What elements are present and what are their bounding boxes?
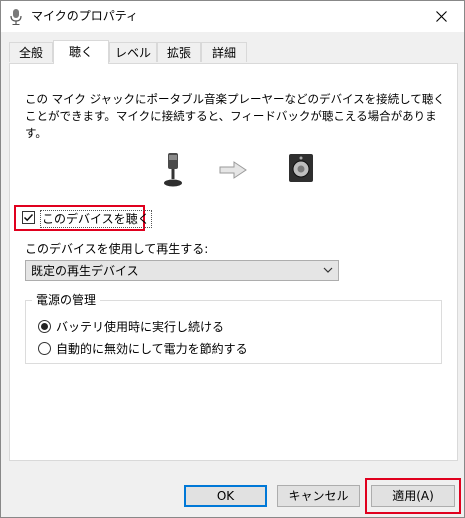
microphone-device-icon xyxy=(164,153,182,187)
listen-tab-panel: この マイク ジャックにポータブル音楽プレーヤーなどのデバイスを接続して聴くこと… xyxy=(9,63,458,461)
playback-device-value: 既定の再生デバイス xyxy=(31,264,139,278)
cancel-button[interactable]: キャンセル xyxy=(277,485,360,507)
title-bar: マイクのプロパティ xyxy=(1,1,464,32)
tab-bar: 全般 聴く レベル 拡張 詳細 xyxy=(9,40,459,64)
microphone-icon xyxy=(10,9,22,25)
checkmark-icon xyxy=(23,213,34,222)
radio-auto-disable-button[interactable] xyxy=(38,342,51,355)
tab-general[interactable]: 全般 xyxy=(9,42,53,62)
power-management-group: 電源の管理 バッテリ使用時に実行し続ける 自動的に無効にして電力を節約する xyxy=(25,292,442,364)
listen-checkbox-label[interactable]: このデバイスを聴く xyxy=(40,210,152,228)
ok-button[interactable]: OK xyxy=(184,485,267,507)
speaker-icon xyxy=(289,154,313,182)
close-icon xyxy=(435,11,447,22)
radio-auto-disable-label[interactable]: 自動的に無効にして電力を節約する xyxy=(56,341,248,357)
arrow-right-icon xyxy=(219,161,247,179)
tab-listen[interactable]: 聴く xyxy=(53,40,109,64)
listen-to-device-row[interactable]: このデバイスを聴く xyxy=(14,205,152,231)
chevron-down-icon xyxy=(323,267,333,273)
listen-checkbox[interactable] xyxy=(22,211,35,224)
listen-illustration xyxy=(10,151,459,191)
tab-levels[interactable]: レベル xyxy=(109,42,157,62)
properties-window: マイクのプロパティ 全般 聴く レベル 拡張 詳細 この マイク ジャックにポー… xyxy=(0,0,465,518)
close-button[interactable] xyxy=(418,1,464,32)
window-title: マイクのプロパティ xyxy=(31,9,139,23)
radio-keep-running-label[interactable]: バッテリ使用時に実行し続ける xyxy=(56,319,224,335)
power-management-title: 電源の管理 xyxy=(32,292,101,308)
apply-button[interactable]: 適用(A) xyxy=(371,485,455,507)
tab-advanced[interactable]: 詳細 xyxy=(201,42,247,62)
playback-device-label: このデバイスを使用して再生する: xyxy=(25,242,209,256)
playback-device-select[interactable]: 既定の再生デバイス xyxy=(25,260,339,281)
listen-description: この マイク ジャックにポータブル音楽プレーヤーなどのデバイスを接続して聴くこと… xyxy=(25,92,445,140)
tab-enhancements[interactable]: 拡張 xyxy=(157,42,201,62)
radio-keep-running-button[interactable] xyxy=(38,320,51,333)
